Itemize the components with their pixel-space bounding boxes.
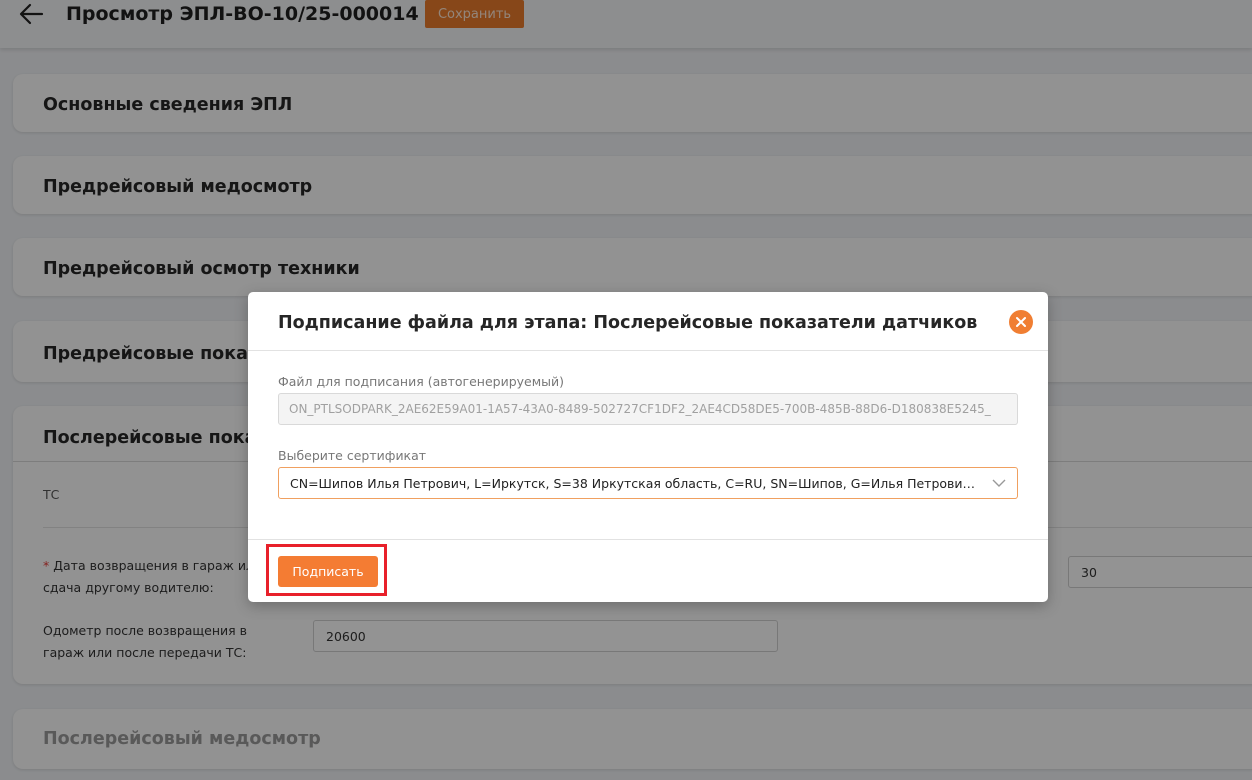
highlight-box <box>266 544 387 596</box>
certificate-label: Выберите сертификат <box>278 448 427 463</box>
divider <box>248 350 1048 351</box>
certificate-value: CN=Шипов Илья Петрович, L=Иркутск, S=38 … <box>290 475 977 491</box>
file-label: Файл для подписания (автогенерируемый) <box>278 374 565 389</box>
dialog-title: Подписание файла для этапа: Послерейсовы… <box>278 313 978 333</box>
file-input: ON_PTLSODPARK_2AE62E59A01-1A57-43A0-8489… <box>278 393 1018 425</box>
close-button[interactable] <box>1009 310 1033 334</box>
divider <box>248 539 1048 540</box>
chevron-down-icon <box>992 479 1006 487</box>
close-icon <box>1016 317 1026 327</box>
certificate-select[interactable]: CN=Шипов Илья Петрович, L=Иркутск, S=38 … <box>278 467 1018 499</box>
